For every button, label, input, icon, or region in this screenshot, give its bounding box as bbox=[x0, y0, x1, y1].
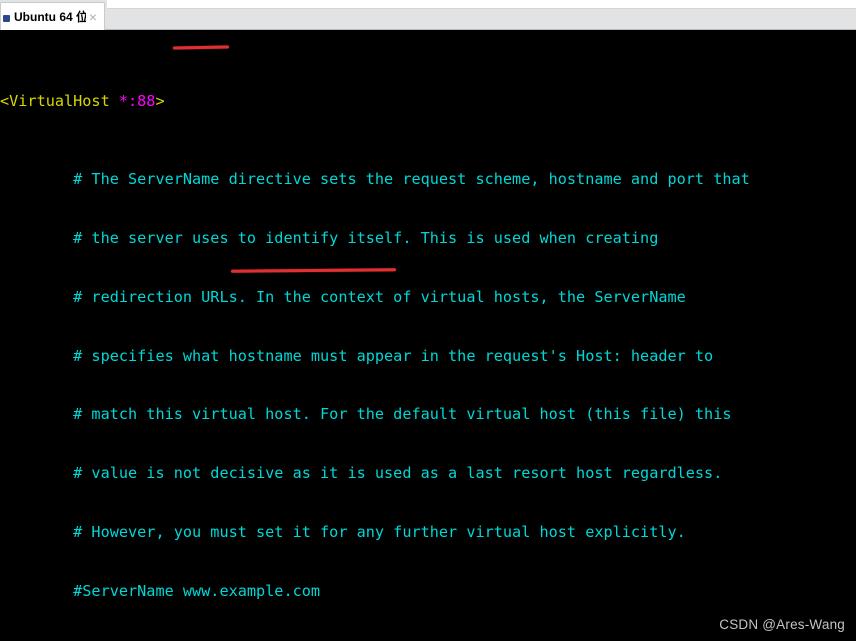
code-line-comment: # specifies what hostname must appear in… bbox=[0, 346, 714, 365]
annotation-underline-port bbox=[172, 45, 230, 50]
code-line-comment: # the server uses to identify itself. Th… bbox=[0, 228, 659, 247]
tab-ubuntu-64[interactable]: Ubuntu 64 位 × bbox=[0, 2, 105, 30]
terminal-viewport[interactable]: <VirtualHost *:88> # The ServerName dire… bbox=[0, 30, 856, 641]
code-line-comment: # The ServerName directive sets the requ… bbox=[0, 170, 750, 189]
tab-label: Ubuntu 64 位 bbox=[14, 10, 86, 24]
code-line-comment: # value is not decisive as it is used as… bbox=[0, 464, 723, 483]
watermark: CSDN @Ares-Wang bbox=[719, 617, 845, 632]
tab-bar: Ubuntu 64 位 × bbox=[0, 0, 856, 30]
code-line-comment: # redirection URLs. In the context of vi… bbox=[0, 287, 686, 306]
apache-config-text: <VirtualHost *:88> # The ServerName dire… bbox=[0, 30, 856, 641]
code-line-comment: # However, you must set it for any furth… bbox=[0, 522, 686, 541]
code-line-comment: # match this virtual host. For the defau… bbox=[0, 405, 732, 424]
vm-thumbnail-icon bbox=[1, 11, 12, 22]
close-icon[interactable]: × bbox=[86, 10, 100, 24]
code-line-virtualhost-open: <VirtualHost *:88> bbox=[0, 92, 856, 112]
code-line-servername-commented: #ServerName www.example.com bbox=[0, 581, 321, 600]
window-chrome: Ubuntu 64 位 × bbox=[0, 0, 856, 30]
application-window: Ubuntu 64 位 × <VirtualHost *:88> # The S… bbox=[0, 0, 856, 641]
annotation-underline-documentroot bbox=[230, 268, 397, 273]
vhost-open-tag-text: <VirtualHost bbox=[0, 91, 119, 110]
vhost-open-tag-gt: > bbox=[155, 91, 165, 110]
vhost-port-value: *:88 bbox=[118, 91, 156, 110]
